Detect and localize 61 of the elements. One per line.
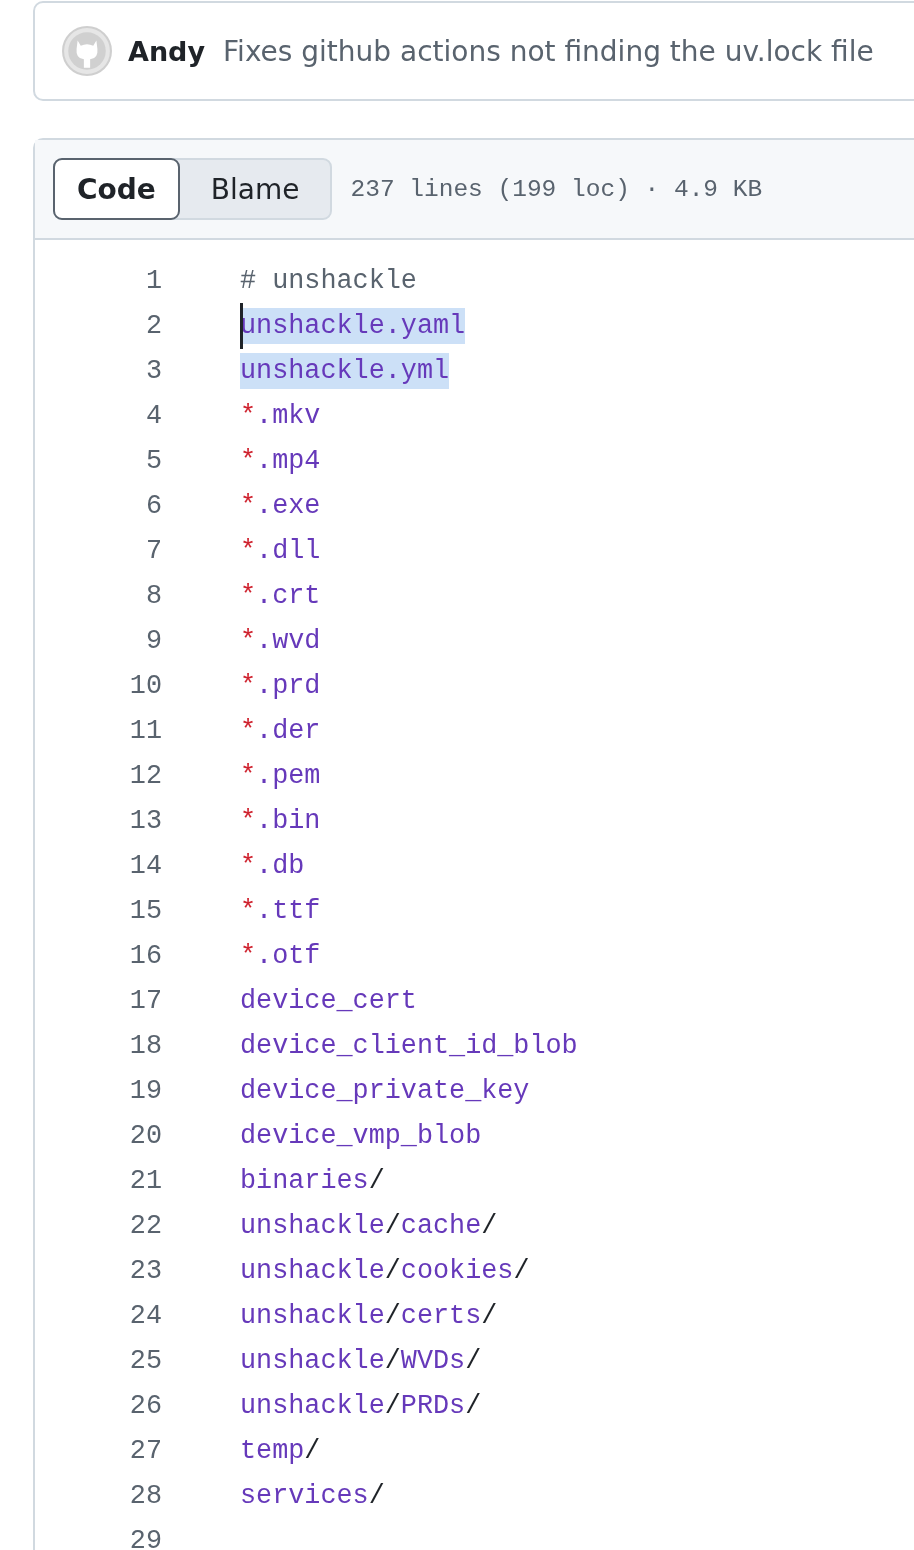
code-line: unshackle/PRDs/ — [240, 1389, 482, 1423]
line-number: 6 — [144, 490, 162, 521]
code-line: unshackle/certs/ — [240, 1299, 498, 1333]
line-number: 18 — [128, 1030, 162, 1061]
line-number: 27 — [128, 1435, 162, 1466]
code-line: *.ttf — [240, 894, 321, 928]
avatar-icon — [62, 26, 112, 76]
line-number: 17 — [128, 985, 162, 1016]
code-line: *.mkv — [240, 399, 321, 433]
code-line: *.der — [240, 714, 321, 748]
commit-message[interactable]: Fixes github actions not finding the uv.lock file — [223, 34, 874, 68]
line-number: 26 — [128, 1390, 162, 1421]
file-info: 237 lines (199 loc) · 4.9 KB — [350, 175, 763, 203]
line-number: 28 — [128, 1480, 162, 1511]
code-line: unshackle/WVDs/ — [240, 1344, 482, 1378]
code-line: *.db — [240, 849, 305, 883]
code-line: *.bin — [240, 804, 321, 838]
line-number: 24 — [128, 1300, 162, 1331]
code-line: services/ — [240, 1479, 385, 1513]
line-number: 1 — [144, 265, 162, 296]
code-line: *.pem — [240, 759, 321, 793]
line-number: 23 — [128, 1255, 162, 1286]
code-line: *.wvd — [240, 624, 321, 658]
code-line: device_cert — [240, 984, 417, 1018]
line-number: 14 — [128, 850, 162, 881]
line-number: 3 — [144, 355, 162, 386]
view-tab[interactable]: Code — [53, 158, 180, 220]
line-number: 11 — [128, 715, 162, 746]
line-number: 2 — [144, 310, 162, 341]
line-number: 5 — [144, 445, 162, 476]
line-number: 29 — [128, 1525, 162, 1550]
line-number: 9 — [144, 625, 162, 656]
commit-author[interactable]: Andy — [128, 35, 206, 67]
line-number: 4 — [144, 400, 162, 431]
line-number: 12 — [128, 760, 162, 791]
line-number: 7 — [144, 535, 162, 566]
code-line: *.otf — [240, 939, 321, 973]
line-number: 20 — [128, 1120, 162, 1151]
line-number: 13 — [128, 805, 162, 836]
code-line: *.mp4 — [240, 444, 321, 478]
code-line: unshackle/cookies/ — [240, 1254, 530, 1288]
code-line: # unshackle — [240, 264, 417, 298]
line-number: 21 — [128, 1165, 162, 1196]
line-number: 8 — [144, 580, 162, 611]
line-number: 15 — [128, 895, 162, 926]
line-number: 22 — [128, 1210, 162, 1241]
view-tab[interactable]: Blame — [179, 158, 331, 220]
line-number: 16 — [128, 940, 162, 971]
code-line: unshackle/cache/ — [240, 1209, 498, 1243]
code-line: *.exe — [240, 489, 321, 523]
code-line: device_vmp_blob — [240, 1119, 482, 1153]
line-number: 19 — [128, 1075, 162, 1106]
code-line: temp/ — [240, 1434, 321, 1468]
code-line: *.crt — [240, 579, 321, 613]
code-line: binaries/ — [240, 1164, 385, 1198]
code-line: *.prd — [240, 669, 321, 703]
code-line: device_client_id_blob — [240, 1029, 578, 1063]
code-line: *.dll — [240, 534, 321, 568]
line-number: 10 — [128, 670, 162, 701]
code-line: device_private_key — [240, 1074, 530, 1108]
line-number: 25 — [128, 1345, 162, 1376]
